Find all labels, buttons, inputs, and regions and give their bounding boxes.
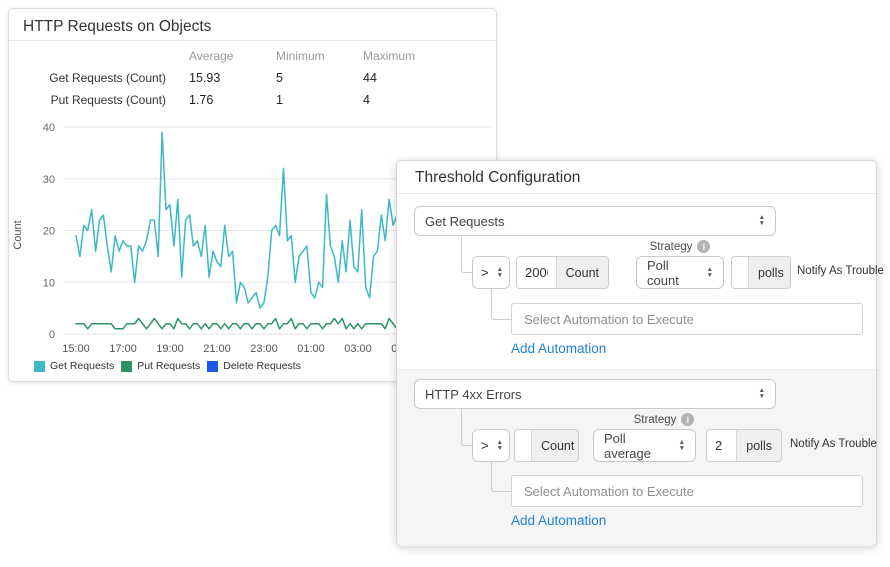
divider [397, 193, 876, 194]
stats-value-maximum: 4 [363, 89, 415, 111]
x-tick-label: 01:00 [297, 343, 325, 355]
legend-label: Get Requests [50, 360, 114, 372]
notify-as-trouble-label: Notify As Trouble [790, 438, 877, 450]
operator-select[interactable]: > ▲▼ [472, 429, 510, 462]
stats-value-minimum: 1 [276, 89, 363, 111]
divider [9, 40, 496, 41]
operator-select[interactable]: > ▲▼ [472, 256, 510, 289]
y-tick-label: 40 [43, 122, 55, 134]
polls-count-input[interactable] [707, 430, 736, 461]
metric-select[interactable]: HTTP 4xx Errors ▲▼ [414, 379, 776, 409]
polls-count-group: polls [706, 429, 782, 462]
unit-addon: Count [556, 257, 608, 288]
metric-select-value: Get Requests [425, 214, 505, 229]
threshold-value-group: Count [514, 429, 579, 462]
strategy-select[interactable]: Poll average ▲▼ [593, 429, 696, 462]
stats-value-maximum: 44 [363, 67, 415, 89]
chevron-up-down-icon: ▲▼ [489, 267, 503, 279]
add-automation-link[interactable]: Add Automation [511, 341, 606, 356]
y-tick-label: 0 [49, 329, 55, 341]
chart-legend: Get Requests Put Requests Delete Requests [34, 360, 308, 372]
chart-title: HTTP Requests on Objects [23, 18, 211, 36]
metric-select[interactable]: Get Requests ▲▼ [414, 206, 776, 236]
operator-select-value: > [481, 265, 489, 280]
stats-value-minimum: 5 [276, 67, 363, 89]
stats-col-average: Average [166, 45, 276, 67]
strategy-select[interactable]: Poll count ▲▼ [636, 256, 724, 289]
stats-col-minimum: Minimum [276, 45, 363, 67]
threshold-section: HTTP 4xx Errors ▲▼ Strategy i > ▲▼ Count… [397, 369, 876, 546]
threshold-value-input[interactable] [515, 430, 531, 461]
threshold-panel: Threshold Configuration Get Requests ▲▼ … [396, 160, 877, 546]
stats-value-average: 15.93 [166, 67, 276, 89]
operator-select-value: > [481, 438, 489, 453]
stats-col-maximum: Maximum [363, 45, 415, 67]
chevron-up-down-icon: ▲▼ [751, 215, 765, 227]
stats-table: Average Minimum Maximum Get Requests (Co… [32, 45, 415, 111]
automation-select-input[interactable] [511, 303, 863, 335]
x-tick-label: 19:00 [156, 343, 184, 355]
automation-select-input[interactable] [511, 475, 863, 507]
legend-item[interactable]: Put Requests [121, 360, 200, 372]
info-icon[interactable]: i [697, 240, 710, 253]
x-tick-label: 17:00 [109, 343, 137, 355]
chevron-up-down-icon: ▲▼ [489, 440, 503, 452]
connector-line [491, 289, 511, 320]
y-tick-label: 20 [43, 226, 55, 238]
y-tick-label: 10 [43, 277, 55, 289]
x-tick-label: 15:00 [62, 343, 90, 355]
polls-addon: polls [736, 430, 781, 461]
stats-corner-cell [32, 45, 166, 67]
legend-label: Put Requests [137, 360, 200, 372]
y-tick-label: 30 [43, 174, 55, 186]
legend-swatch-put-requests [121, 361, 132, 372]
x-tick-label: 21:00 [203, 343, 231, 355]
strategy-select-value: Poll count [647, 258, 699, 288]
notify-as-trouble-label: Notify As Trouble [797, 265, 884, 277]
add-automation-link[interactable]: Add Automation [511, 513, 606, 528]
chevron-up-down-icon: ▲▼ [671, 440, 685, 452]
x-tick-label: 03:00 [344, 343, 372, 355]
stats-row-label: Put Requests (Count) [32, 89, 166, 111]
connector-line [461, 236, 472, 273]
legend-swatch-get-requests [34, 361, 45, 372]
stats-value-average: 1.76 [166, 89, 276, 111]
x-tick-label: 23:00 [250, 343, 278, 355]
strategy-label: Strategy i [609, 413, 719, 426]
connector-line [461, 409, 472, 446]
stats-row-label: Get Requests (Count) [32, 67, 166, 89]
legend-swatch-delete-requests [207, 361, 218, 372]
metric-select-value: HTTP 4xx Errors [425, 387, 522, 402]
polls-count-group: polls [731, 256, 791, 289]
y-axis-label: Count [12, 220, 24, 249]
threshold-title: Threshold Configuration [415, 169, 580, 187]
strategy-label: Strategy i [625, 240, 735, 253]
info-icon[interactable]: i [681, 413, 694, 426]
chevron-up-down-icon: ▲▼ [699, 267, 713, 279]
chevron-up-down-icon: ▲▼ [751, 388, 765, 400]
polls-addon: polls [748, 257, 791, 288]
unit-addon: Count [531, 430, 579, 461]
strategy-select-value: Poll average [604, 431, 671, 461]
legend-label: Delete Requests [223, 360, 301, 372]
polls-count-input[interactable] [732, 257, 748, 288]
legend-item[interactable]: Get Requests [34, 360, 114, 372]
threshold-value-input[interactable] [517, 257, 556, 288]
connector-line [491, 462, 511, 492]
legend-item[interactable]: Delete Requests [207, 360, 301, 372]
threshold-value-group: Count [516, 256, 609, 289]
